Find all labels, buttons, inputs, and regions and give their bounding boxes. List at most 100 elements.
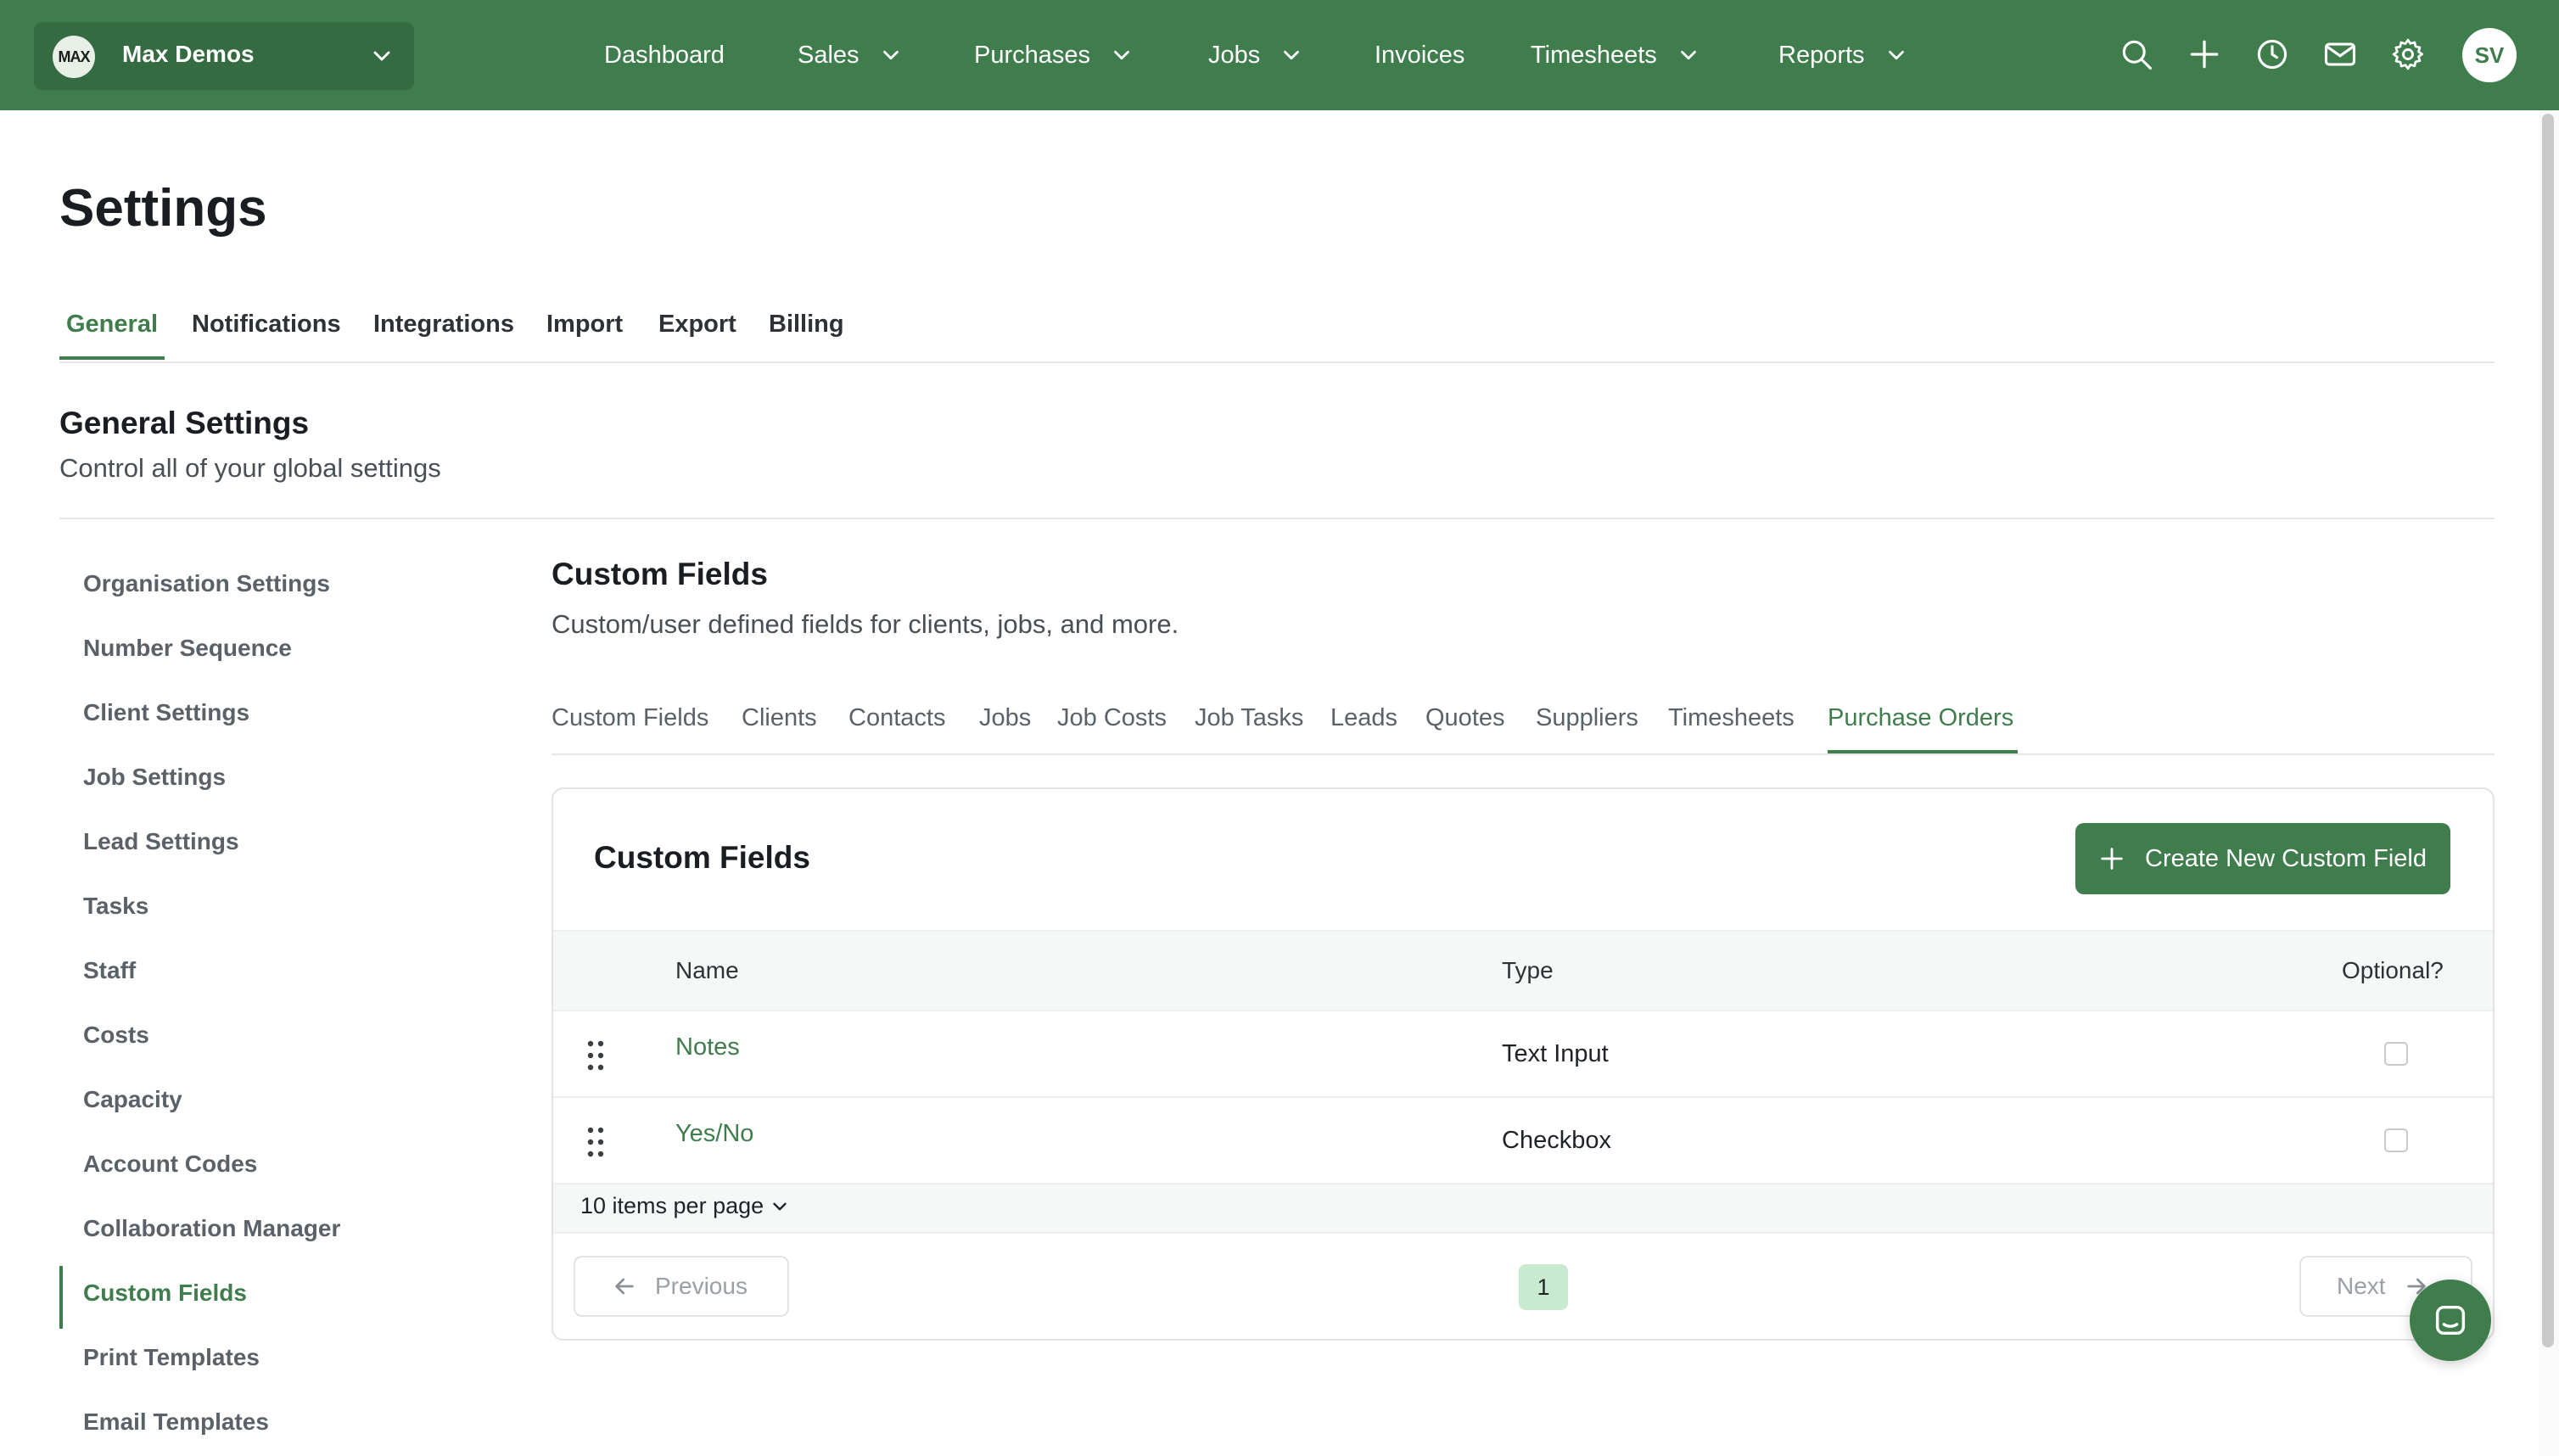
plus-icon[interactable] — [2186, 36, 2223, 73]
optional-checkbox[interactable] — [2384, 1042, 2408, 1066]
subtab-clients[interactable]: Clients — [742, 704, 817, 732]
nav-label: Jobs — [1208, 41, 1261, 69]
sidebar-item-lead-settings[interactable]: Lead Settings — [83, 828, 239, 855]
nav-label: Dashboard — [604, 41, 725, 69]
sidebar-item-collaboration-manager[interactable]: Collaboration Manager — [83, 1215, 340, 1242]
plus-icon — [2101, 848, 2123, 870]
tab-export[interactable]: Export — [658, 311, 736, 339]
table-row: Yes/No Checkbox — [553, 1098, 2493, 1184]
subtab-contacts[interactable]: Contacts — [848, 704, 945, 732]
chat-launcher-button[interactable] — [2410, 1280, 2491, 1361]
org-name: Max Demos — [122, 41, 255, 67]
chevron-down-icon — [773, 1202, 787, 1210]
tab-billing[interactable]: Billing — [769, 311, 844, 339]
settings-tabs: General Notifications Integrations Impor… — [59, 302, 2495, 363]
search-icon[interactable] — [2118, 36, 2155, 73]
next-label: Next — [2337, 1273, 2386, 1299]
sidebar-item-custom-fields[interactable]: Custom Fields — [83, 1280, 247, 1307]
nav-sales[interactable]: Sales — [798, 34, 904, 76]
items-per-page-label: 10 items per page — [580, 1193, 764, 1218]
active-subtab-indicator — [1828, 750, 2018, 753]
column-header-name: Name — [675, 957, 739, 983]
table-row: Notes Text Input — [553, 1011, 2493, 1098]
field-type: Text Input — [1502, 1040, 1609, 1067]
card-title: Custom Fields — [594, 840, 810, 875]
nav-reports[interactable]: Reports — [1778, 34, 1909, 76]
custom-fields-heading: Custom Fields — [552, 557, 768, 591]
top-navigation-bar: MAX Max Demos Dashboard Sales Purchases … — [0, 0, 2559, 110]
subtab-job-tasks[interactable]: Job Tasks — [1195, 704, 1303, 732]
subtab-suppliers[interactable]: Suppliers — [1536, 704, 1638, 732]
subtab-timesheets[interactable]: Timesheets — [1668, 704, 1795, 732]
create-button-label: Create New Custom Field — [2145, 844, 2427, 872]
nav-invoices[interactable]: Invoices — [1375, 34, 1464, 76]
chevron-down-icon — [1284, 50, 1300, 60]
items-per-page-select[interactable]: 10 items per page — [580, 1193, 791, 1219]
field-name-link[interactable]: Notes — [675, 1033, 740, 1061]
create-new-custom-field-button[interactable]: Create New Custom Field — [2075, 823, 2450, 894]
column-header-type: Type — [1502, 957, 1554, 983]
clock-icon[interactable] — [2254, 36, 2291, 73]
field-type: Checkbox — [1502, 1127, 1611, 1154]
sidebar-item-costs[interactable]: Costs — [83, 1022, 149, 1049]
sidebar-active-indicator — [59, 1266, 63, 1329]
chevron-down-icon — [1114, 50, 1129, 60]
table-header: Name Type Optional? — [553, 930, 2493, 1011]
subtab-purchase-orders[interactable]: Purchase Orders — [1828, 704, 2013, 732]
previous-page-button[interactable]: Previous — [574, 1256, 789, 1317]
nav-purchases[interactable]: Purchases — [974, 34, 1134, 76]
subtab-custom-fields[interactable]: Custom Fields — [552, 704, 708, 732]
chat-icon — [2435, 1305, 2466, 1336]
mail-icon[interactable] — [2321, 36, 2359, 73]
page-title: Settings — [59, 179, 267, 238]
sidebar-item-print-templates[interactable]: Print Templates — [83, 1344, 260, 1371]
custom-fields-description: Custom/user defined fields for clients, … — [552, 609, 1179, 639]
nav-label: Timesheets — [1531, 41, 1657, 69]
active-tab-indicator — [59, 356, 165, 360]
nav-timesheets[interactable]: Timesheets — [1531, 34, 1701, 76]
nav-label: Sales — [798, 41, 860, 69]
sidebar-item-staff[interactable]: Staff — [83, 957, 136, 984]
chevron-down-icon — [1888, 50, 1904, 60]
sidebar-item-job-settings[interactable]: Job Settings — [83, 764, 226, 791]
divider — [59, 518, 2495, 519]
organisation-switcher[interactable]: MAX Max Demos — [34, 22, 414, 90]
sidebar-item-email-templates[interactable]: Email Templates — [83, 1408, 269, 1436]
optional-checkbox[interactable] — [2384, 1128, 2408, 1152]
subtab-job-costs[interactable]: Job Costs — [1057, 704, 1167, 732]
drag-handle-icon[interactable] — [584, 1125, 608, 1159]
arrow-left-icon — [615, 1278, 634, 1295]
gear-icon[interactable] — [2389, 36, 2427, 73]
chevron-down-icon — [1680, 50, 1696, 60]
nav-label: Reports — [1778, 41, 1865, 69]
sidebar-item-capacity[interactable]: Capacity — [83, 1086, 182, 1113]
sidebar-item-number-sequence[interactable]: Number Sequence — [83, 635, 292, 662]
nav-label: Invoices — [1375, 41, 1465, 69]
section-subtitle: Control all of your global settings — [59, 453, 441, 483]
page-scrollbar-thumb[interactable] — [2542, 114, 2554, 1347]
subtab-jobs[interactable]: Jobs — [979, 704, 1031, 732]
user-avatar[interactable]: SV — [2462, 28, 2517, 82]
sidebar-item-tasks[interactable]: Tasks — [83, 893, 148, 920]
custom-fields-card: Custom Fields Create New Custom Field Na… — [552, 787, 2495, 1341]
tab-import[interactable]: Import — [546, 311, 623, 339]
chevron-down-icon — [882, 50, 899, 60]
sidebar-item-account-codes[interactable]: Account Codes — [83, 1151, 257, 1178]
custom-fields-subtabs: Custom Fields Clients Contacts Jobs Job … — [552, 696, 2495, 755]
tab-general[interactable]: General — [66, 311, 158, 339]
page-number-current[interactable]: 1 — [1519, 1264, 1568, 1310]
column-header-optional: Optional? — [2342, 957, 2444, 983]
org-logo: MAX — [53, 36, 95, 78]
chevron-down-icon — [373, 51, 390, 61]
sidebar-item-client-settings[interactable]: Client Settings — [83, 699, 249, 726]
subtab-leads[interactable]: Leads — [1330, 704, 1397, 732]
tab-integrations[interactable]: Integrations — [373, 311, 514, 339]
tab-notifications[interactable]: Notifications — [192, 311, 341, 339]
field-name-link[interactable]: Yes/No — [675, 1120, 753, 1148]
drag-handle-icon[interactable] — [584, 1039, 608, 1072]
nav-label: Purchases — [974, 41, 1091, 69]
nav-jobs[interactable]: Jobs — [1208, 34, 1304, 76]
subtab-quotes[interactable]: Quotes — [1425, 704, 1505, 732]
sidebar-item-organisation-settings[interactable]: Organisation Settings — [83, 570, 330, 597]
nav-dashboard[interactable]: Dashboard — [604, 34, 725, 76]
